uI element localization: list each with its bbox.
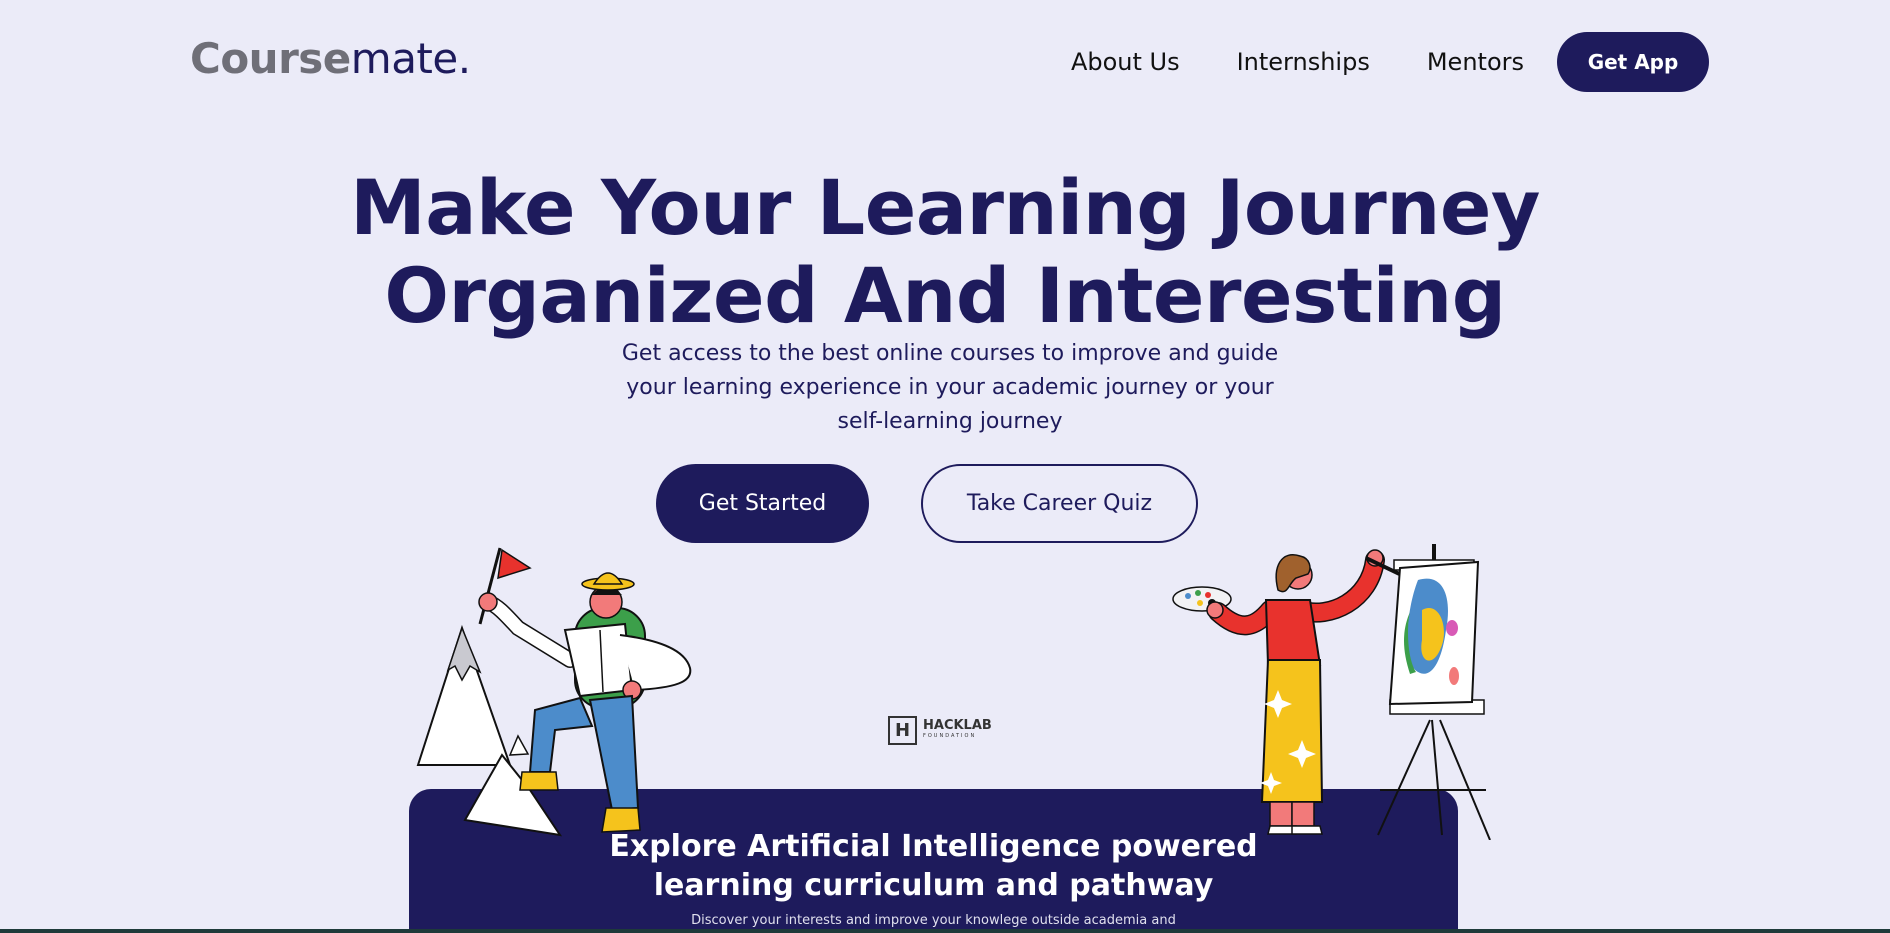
nav-internships[interactable]: Internships [1237, 48, 1370, 76]
hacklab-wordmark: HACKLAB FOUNDATION [923, 717, 992, 742]
hero-title-line2: Organized And Interesting [384, 251, 1506, 340]
bottom-edge-bar [0, 929, 1890, 933]
take-career-quiz-button[interactable]: Take Career Quiz [921, 464, 1198, 543]
logo[interactable]: Coursemate. [190, 34, 471, 83]
hero-title-line1: Make Your Learning Journey [350, 163, 1540, 252]
hacklab-mark-icon: H [888, 716, 917, 745]
hero-subtitle-line2: your learning experience in your academi… [626, 375, 1274, 400]
logo-part-mate: mate. [350, 34, 471, 83]
hacklab-logo: H HACKLAB FOUNDATION [888, 716, 992, 745]
hero-subtitle-line3: self-learning journey [837, 409, 1063, 434]
logo-part-course: Course [190, 34, 351, 83]
nav-about-us[interactable]: About Us [1071, 48, 1180, 76]
hiker-illustration [416, 547, 692, 837]
hero-title: Make Your Learning Journey Organized And… [0, 164, 1890, 340]
nav-mentors[interactable]: Mentors [1427, 48, 1524, 76]
banner-title-line2: learning curriculum and pathway [653, 868, 1214, 903]
main-nav: About Us Internships Mentors Get App [1071, 32, 1709, 92]
hero-subtitle-line1: Get access to the best online courses to… [621, 341, 1279, 366]
get-started-button[interactable]: Get Started [656, 464, 869, 543]
get-app-button[interactable]: Get App [1557, 32, 1709, 92]
hero-subtitle: Get access to the best online courses to… [600, 337, 1300, 439]
banner-text: Discover your interests and improve your… [691, 913, 1176, 928]
hacklab-name: HACKLAB [923, 717, 992, 733]
easel-illustration [1377, 544, 1491, 840]
painter-illustration [1172, 544, 1491, 840]
